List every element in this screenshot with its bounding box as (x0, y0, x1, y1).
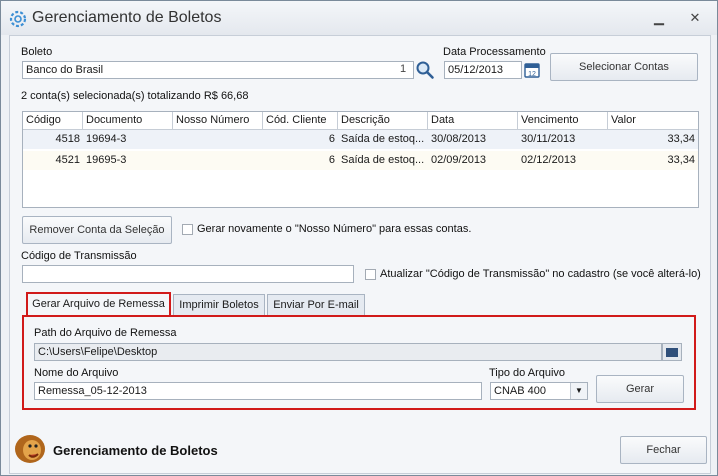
app-gear-icon (9, 10, 27, 28)
codigo-transmissao-field[interactable] (22, 265, 354, 283)
table-header: Código Documento Nosso Número Cód. Clien… (23, 112, 698, 130)
svg-text:12: 12 (528, 71, 536, 78)
tab-gerar-arquivo-remessa[interactable]: Gerar Arquivo de Remessa (26, 292, 171, 315)
gerar-novamente-label: Gerar novamente o "Nosso Número" para es… (197, 223, 472, 235)
table-row[interactable]: 4521 19695-3 6 Saída de estoq... 02/09/2… (23, 151, 698, 170)
col-vencimento[interactable]: Vencimento (518, 112, 608, 129)
title-bar: Gerenciamento de Boletos ▁ ✕ (1, 1, 717, 35)
content-panel: Boleto Banco do Brasil 1 Data Processame… (9, 35, 711, 474)
cell-data: 02/09/2013 (431, 154, 487, 166)
tab-enviar-por-email[interactable]: Enviar Por E-mail (267, 294, 365, 315)
nome-arquivo-label: Nome do Arquivo (34, 367, 119, 379)
browse-folder-button[interactable] (662, 343, 682, 361)
cell-cod-cliente: 6 (328, 133, 335, 145)
tab-imprimir-boletos[interactable]: Imprimir Boletos (173, 294, 265, 315)
boleto-field[interactable]: Banco do Brasil (22, 61, 414, 79)
tipo-arquivo-select[interactable]: CNAB 400 ▼ (490, 382, 588, 400)
search-icon[interactable] (415, 60, 435, 80)
boleto-count: 1 (400, 63, 407, 75)
tipo-arquivo-value: CNAB 400 (494, 385, 546, 397)
cell-data: 30/08/2013 (431, 133, 487, 145)
cell-vencimento: 02/12/2013 (521, 154, 577, 166)
nome-arquivo-field[interactable]: Remessa_05-12-2013 (34, 382, 482, 400)
fechar-button[interactable]: Fechar (620, 436, 707, 464)
atualizar-codigo-label: Atualizar "Código de Transmissão" no cad… (380, 268, 701, 280)
col-cod-cliente[interactable]: Cód. Cliente (263, 112, 338, 129)
cell-descricao: Saída de estoq... (341, 154, 425, 166)
atualizar-codigo-checkbox[interactable] (365, 269, 376, 280)
col-descricao[interactable]: Descrição (338, 112, 428, 129)
close-button[interactable]: ✕ (685, 10, 705, 26)
window-title: Gerenciamento de Boletos (32, 9, 222, 26)
col-documento[interactable]: Documento (83, 112, 173, 129)
cell-nosso-numero (173, 130, 263, 149)
chevron-down-icon[interactable]: ▼ (570, 383, 587, 399)
col-data[interactable]: Data (428, 112, 518, 129)
data-processamento-field[interactable]: 05/12/2013 (444, 61, 522, 79)
main-window: Gerenciamento de Boletos ▁ ✕ Boleto Banc… (0, 0, 718, 476)
gerar-button[interactable]: Gerar (596, 375, 684, 403)
selecionar-contas-button[interactable]: Selecionar Contas (550, 53, 698, 81)
selection-summary: 2 conta(s) selecionada(s) totalizando R$… (21, 90, 249, 102)
tipo-arquivo-label: Tipo do Arquivo (489, 367, 566, 379)
lion-logo-icon (15, 435, 45, 463)
cell-cod-cliente: 6 (328, 154, 335, 166)
cell-codigo: 4521 (55, 154, 80, 166)
col-codigo[interactable]: Código (23, 112, 83, 129)
cell-nosso-numero (173, 151, 263, 170)
cell-documento: 19695-3 (86, 154, 127, 166)
codigo-transmissao-label: Código de Transmissão (21, 250, 137, 262)
col-nosso-numero[interactable]: Nosso Número (173, 112, 263, 129)
cell-valor: 33,34 (667, 154, 695, 166)
table-row[interactable]: 4518 19694-3 6 Saída de estoq... 30/08/2… (23, 130, 698, 149)
gerar-novamente-checkbox[interactable] (182, 224, 193, 235)
minimize-button[interactable]: ▁ (649, 10, 669, 26)
path-field[interactable]: C:\Users\Felipe\Desktop (34, 343, 662, 361)
footer-title: Gerenciamento de Boletos (53, 443, 218, 458)
data-processamento-label: Data Processamento (443, 46, 546, 58)
cell-codigo: 4518 (55, 133, 80, 145)
cell-descricao: Saída de estoq... (341, 133, 425, 145)
remessa-panel: Path do Arquivo de Remessa C:\Users\Feli… (22, 315, 696, 410)
path-label: Path do Arquivo de Remessa (34, 327, 177, 339)
remover-conta-button[interactable]: Remover Conta da Seleção (22, 216, 172, 244)
boleto-label: Boleto (21, 46, 53, 58)
cell-valor: 33,34 (667, 133, 695, 145)
calendar-icon[interactable]: 12 (524, 62, 540, 78)
col-valor[interactable]: Valor (608, 112, 698, 129)
accounts-table: Código Documento Nosso Número Cód. Clien… (22, 111, 699, 208)
folder-icon (666, 348, 678, 357)
cell-vencimento: 30/11/2013 (521, 133, 576, 145)
cell-documento: 19694-3 (86, 133, 127, 145)
